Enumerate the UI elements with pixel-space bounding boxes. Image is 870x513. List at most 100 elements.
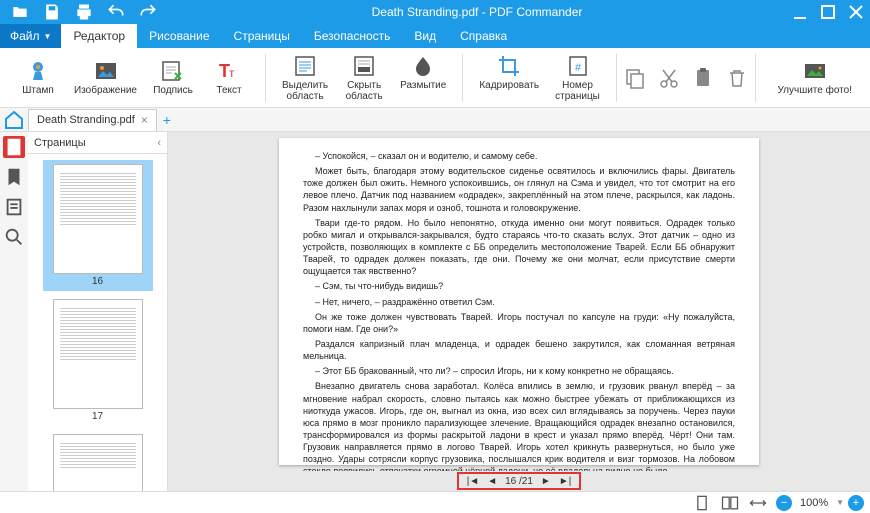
thumbnail-page[interactable]: 17 (43, 295, 153, 426)
crop-button[interactable]: Кадрировать (479, 54, 539, 91)
open-file-icon[interactable] (6, 2, 34, 22)
improve-photo-icon (803, 59, 827, 83)
select-area-label: Выделить область (282, 80, 328, 102)
ribbon: Штамп Изображение Подпись Tт Текст Выдели… (0, 48, 870, 108)
thumbnails-panel-icon[interactable] (3, 136, 25, 158)
add-tab-button[interactable]: + (157, 112, 177, 128)
tab-label: Death Stranding.pdf (37, 114, 135, 126)
zoom-control: − 100% ▼ + (776, 495, 864, 511)
redo-icon[interactable] (134, 2, 162, 22)
window-title: Death Stranding.pdf - PDF Commander (168, 5, 786, 19)
select-area-icon (293, 54, 317, 78)
thumbnail-number: 17 (92, 411, 103, 422)
collapse-panel-icon[interactable]: ‹ (157, 137, 161, 149)
copy-icon[interactable] (623, 66, 647, 90)
menu-file[interactable]: Файл ▼ (0, 24, 61, 48)
blur-button[interactable]: Размытие (400, 54, 446, 91)
pagenum-button[interactable]: # Номер страницы (555, 54, 600, 102)
blur-icon (411, 54, 435, 78)
left-sidebar (0, 132, 28, 491)
menu-security[interactable]: Безопасность (302, 24, 403, 48)
page-text: Он же тоже должен чувствовать Тварей. Иг… (303, 311, 735, 335)
print-icon[interactable] (70, 2, 98, 22)
zoom-value[interactable]: 100% (796, 497, 832, 509)
save-icon[interactable] (38, 2, 66, 22)
document-page: – Успокойся, – сказал он и водителю, и с… (279, 138, 759, 465)
document-tab[interactable]: Death Stranding.pdf × (28, 109, 157, 131)
zoom-dropdown-icon[interactable]: ▼ (836, 498, 844, 507)
menu-pages[interactable]: Страницы (222, 24, 302, 48)
text-icon: Tт (217, 59, 241, 83)
maximize-button[interactable] (814, 0, 842, 24)
page-viewport[interactable]: – Успокойся, – сказал он и водителю, и с… (168, 132, 870, 471)
sign-icon (161, 59, 185, 83)
thumbnail-page[interactable] (43, 430, 153, 491)
tab-close-icon[interactable]: × (141, 113, 148, 127)
undo-icon[interactable] (102, 2, 130, 22)
page-navigator: |◄ ◄ 16 /21 ► ►| (168, 471, 870, 491)
paste-icon[interactable] (691, 66, 715, 90)
thumbnails-header: Страницы ‹ (28, 132, 167, 154)
menu-editor[interactable]: Редактор (61, 24, 137, 48)
text-button[interactable]: Tт Текст (209, 59, 249, 96)
menu-help[interactable]: Справка (448, 24, 519, 48)
fit-width-icon[interactable] (748, 493, 768, 513)
page-text: – Успокойся, – сказал он и водителю, и с… (303, 150, 735, 162)
tab-bar: Death Stranding.pdf × + (0, 108, 870, 132)
image-button[interactable]: Изображение (74, 59, 137, 96)
page-text: Раздался капризный плач младенца, и одра… (303, 338, 735, 362)
search-panel-icon[interactable] (3, 226, 25, 248)
blur-label: Размытие (400, 80, 446, 91)
hide-area-button[interactable]: Скрыть область (344, 54, 384, 102)
page-text: Внезапно двигатель снова заработал. Колё… (303, 380, 735, 471)
stamp-button[interactable]: Штамп (18, 59, 58, 96)
sign-label: Подпись (153, 85, 193, 96)
cut-icon[interactable] (657, 66, 681, 90)
page-text: Твари где-то рядом. Но было непонятно, о… (303, 217, 735, 278)
menu-bar: Файл ▼ Редактор Рисование Страницы Безопа… (0, 24, 870, 48)
select-area-button[interactable]: Выделить область (282, 54, 328, 102)
improve-photo-label: Улучшите фото! (777, 85, 852, 96)
svg-text:т: т (229, 66, 235, 80)
close-button[interactable] (842, 0, 870, 24)
chevron-down-icon: ▼ (44, 32, 52, 41)
thumbnail-page[interactable]: 16 (43, 160, 153, 291)
delete-icon[interactable] (725, 66, 749, 90)
improve-photo-button[interactable]: Улучшите фото! (777, 59, 852, 96)
page-text: Может быть, благодаря этому водительское… (303, 165, 735, 214)
single-page-view-icon[interactable] (692, 493, 712, 513)
minimize-button[interactable] (786, 0, 814, 24)
pagenum-icon: # (566, 54, 590, 78)
stamp-icon (26, 59, 50, 83)
bookmarks-panel-icon[interactable] (3, 166, 25, 188)
page-indicator[interactable]: 16 /21 (505, 476, 533, 487)
hide-area-label: Скрыть область (346, 80, 383, 102)
text-label: Текст (216, 85, 241, 96)
thumbnails-list[interactable]: 16 17 (28, 154, 167, 491)
menu-drawing[interactable]: Рисование (137, 24, 221, 48)
zoom-out-button[interactable]: − (776, 495, 792, 511)
title-bar: Death Stranding.pdf - PDF Commander (0, 0, 870, 24)
stamp-label: Штамп (22, 85, 53, 96)
thumbnail-number: 16 (92, 276, 103, 287)
hide-area-icon (352, 54, 376, 78)
two-page-view-icon[interactable] (720, 493, 740, 513)
zoom-in-button[interactable]: + (848, 495, 864, 511)
attachments-panel-icon[interactable] (3, 196, 25, 218)
image-label: Изображение (74, 85, 137, 96)
thumbnails-title: Страницы (34, 137, 86, 149)
sign-button[interactable]: Подпись (153, 59, 193, 96)
prev-page-button[interactable]: ◄ (487, 476, 497, 487)
pagenum-label: Номер страницы (555, 80, 600, 102)
page-text: – Сэм, ты что-нибудь видишь? (303, 280, 735, 292)
first-page-button[interactable]: |◄ (467, 476, 480, 487)
svg-text:#: # (575, 62, 582, 74)
menu-view[interactable]: Вид (402, 24, 448, 48)
content-area: – Успокойся, – сказал он и водителю, и с… (168, 132, 870, 491)
next-page-button[interactable]: ► (541, 476, 551, 487)
main-area: Страницы ‹ 16 17 – Успокойся, – сказал о… (0, 132, 870, 491)
menu-file-label: Файл (10, 29, 40, 43)
page-text: – Нет, ничего, – раздражённо ответил Сэм… (303, 296, 735, 308)
home-icon[interactable] (0, 108, 28, 132)
last-page-button[interactable]: ►| (559, 476, 572, 487)
